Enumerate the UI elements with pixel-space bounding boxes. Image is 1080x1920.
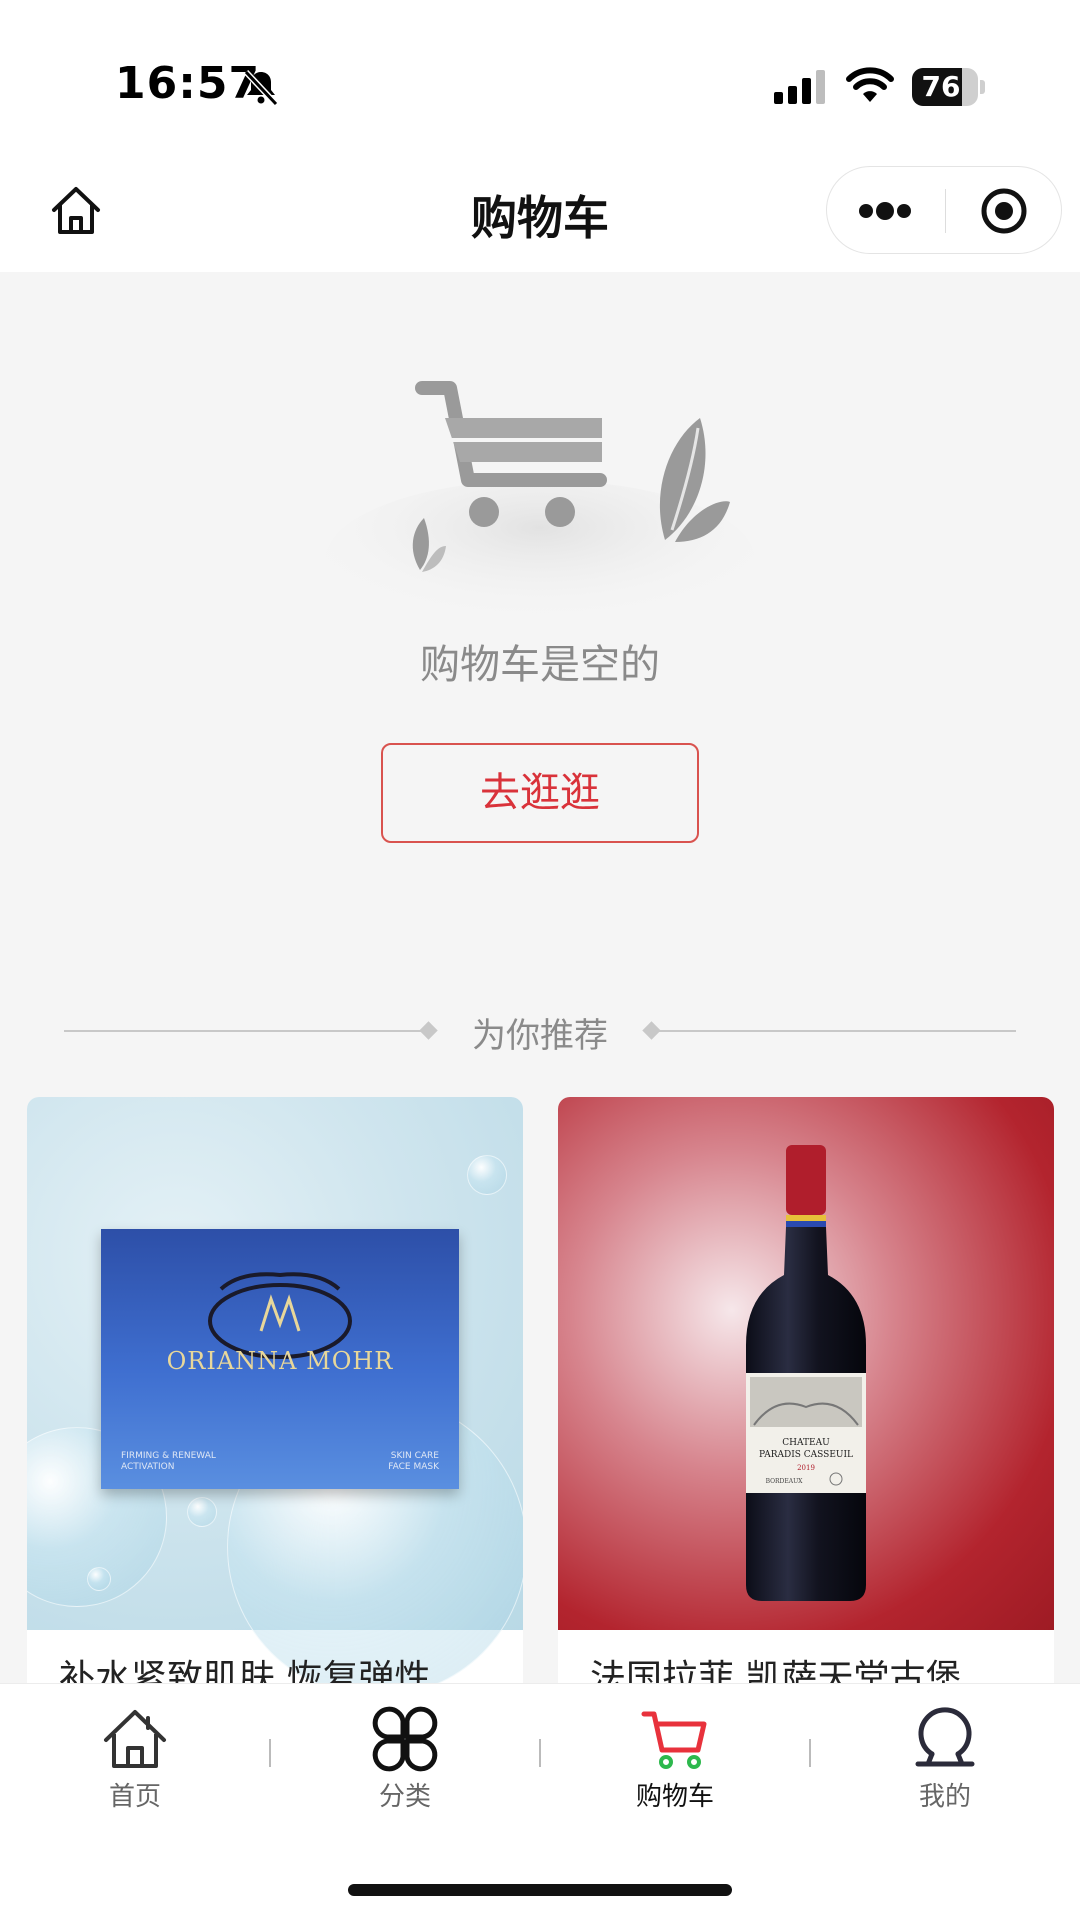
battery-percent: 76 <box>921 70 961 103</box>
more-icon[interactable] <box>827 167 945 255</box>
wine-label-line-1: CHATEAU <box>782 1438 830 1448</box>
product-card[interactable]: CHATEAU PARADIS CASSEUIL 2019 BORDEAUX 法… <box>558 1097 1054 1697</box>
recommend-title: 为你推荐 <box>472 1016 608 1056</box>
tab-home-label: 首页 <box>108 1782 161 1812</box>
cart-icon <box>641 1711 707 1769</box>
tab-home[interactable]: 首页 <box>0 1684 270 1812</box>
home-icon <box>104 1710 166 1768</box>
tab-cart-label: 购物车 <box>635 1782 714 1812</box>
product-image-face-mask[interactable]: ORIANNA MOHR FIRMING & RENEWAL ACTIVATIO… <box>27 1097 523 1697</box>
status-time: 16:57 <box>115 58 261 109</box>
signal-icon <box>774 70 825 104</box>
mini-program-capsule <box>826 166 1062 254</box>
category-icon <box>372 1706 438 1772</box>
tab-cart[interactable]: 购物车 <box>540 1684 810 1812</box>
wine-label-line-2: PARADIS CASSEUIL <box>759 1450 853 1460</box>
tab-category-label: 分类 <box>378 1782 431 1812</box>
recommend-divider-right <box>656 1030 1016 1032</box>
battery-indicator: 76 <box>912 68 985 106</box>
brand-crest-icon <box>208 1272 352 1359</box>
product-card[interactable]: ORIANNA MOHR FIRMING & RENEWAL ACTIVATIO… <box>27 1097 523 1697</box>
nav-bar: 购物车 <box>0 150 1080 272</box>
profile-icon <box>915 1707 975 1767</box>
wine-label-line-4: BORDEAUX <box>766 1478 804 1485</box>
tab-profile-label: 我的 <box>918 1782 971 1812</box>
tab-category[interactable]: 分类 <box>270 1684 540 1812</box>
status-bar: 16:57 76 <box>0 0 1080 150</box>
empty-cart-message: 购物车是空的 <box>420 642 660 688</box>
wine-bottle-image: CHATEAU PARADIS CASSEUIL 2019 BORDEAUX <box>746 1145 866 1601</box>
go-shopping-button[interactable]: 去逛逛 <box>381 743 699 843</box>
bell-muted-icon <box>243 69 279 107</box>
close-program-icon[interactable] <box>946 167 1062 255</box>
product-image-wine[interactable]: CHATEAU PARADIS CASSEUIL 2019 BORDEAUX <box>558 1097 1054 1630</box>
face-mask-brand: ORIANNA MOHR <box>166 1347 394 1375</box>
home-indicator <box>348 1884 732 1896</box>
face-mask-sub-right: SKIN CARE FACE MASK <box>388 1451 439 1472</box>
wifi-icon <box>846 67 894 102</box>
empty-cart-illustration <box>325 381 755 620</box>
face-mask-sub-left: FIRMING & RENEWAL ACTIVATION <box>121 1451 216 1472</box>
tab-profile[interactable]: 我的 <box>810 1684 1080 1812</box>
wine-label-line-3: 2019 <box>797 1464 815 1472</box>
face-mask-box: ORIANNA MOHR FIRMING & RENEWAL ACTIVATIO… <box>101 1229 459 1489</box>
